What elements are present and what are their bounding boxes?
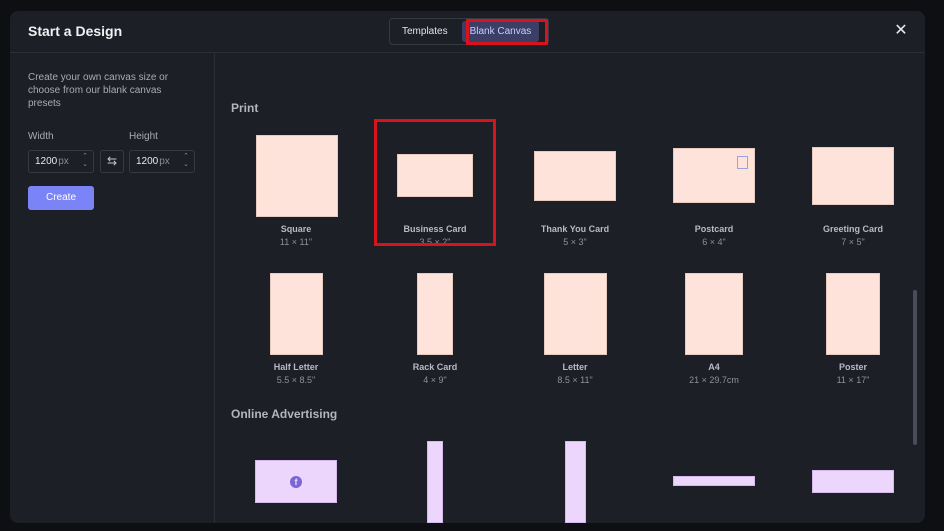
preset-card-square[interactable]: Square 11 × 11" xyxy=(231,123,361,253)
preset-name: Greeting Card xyxy=(822,224,883,234)
preset-thumbnail xyxy=(534,151,616,201)
preset-size: 5 × 3" xyxy=(563,237,587,247)
preset-thumbnail xyxy=(673,476,755,486)
preset-name: Poster xyxy=(838,362,867,372)
create-button[interactable]: Create xyxy=(28,186,94,210)
tab-switcher: Templates Blank Canvas xyxy=(389,18,549,45)
section-title-online-advertising: Online Advertising xyxy=(231,407,338,421)
preset-name: Postcard xyxy=(694,224,734,234)
stamp-icon xyxy=(737,156,748,169)
modal-title: Start a Design xyxy=(28,23,123,39)
preset-thumbnail xyxy=(812,147,894,205)
preset-thumbnail xyxy=(565,441,586,523)
preset-gallery: Print Square 11 × 11" Business Card 3.5 … xyxy=(216,53,925,523)
gallery-scrollbar[interactable] xyxy=(913,290,917,445)
sidebar: Create your own canvas size or choose fr… xyxy=(10,53,215,523)
preset-size: 8.5 × 11" xyxy=(557,375,593,385)
preset-thumbnail xyxy=(270,273,323,355)
sidebar-intro: Create your own canvas size or choose fr… xyxy=(28,72,169,109)
preset-size: 11 × 17" xyxy=(836,375,870,385)
preset-card-banner-ad[interactable] xyxy=(788,428,918,523)
width-stepper[interactable]: ⌃ ⌄ xyxy=(80,153,90,170)
preset-card-business-card[interactable]: Business Card 3.5 × 2" xyxy=(370,123,500,253)
preset-name: Square xyxy=(280,224,312,234)
preset-card-facebook-ad[interactable]: f xyxy=(231,428,361,523)
preset-card-leaderboard-ad[interactable] xyxy=(649,428,779,523)
preset-thumbnail xyxy=(812,470,894,493)
preset-card-rack-card[interactable]: Rack Card 4 × 9" xyxy=(370,261,500,391)
preset-thumbnail xyxy=(427,441,443,523)
preset-size: 4 × 9" xyxy=(423,375,447,385)
preset-card-a4[interactable]: A4 21 × 29.7cm xyxy=(649,261,779,391)
section-title-print: Print xyxy=(231,101,259,115)
preset-name: A4 xyxy=(708,362,720,372)
preset-thumbnail xyxy=(417,273,453,355)
preset-name: Rack Card xyxy=(412,362,458,372)
preset-size: 6 × 4" xyxy=(702,237,726,247)
tab-blank-canvas[interactable]: Blank Canvas xyxy=(461,21,540,42)
start-design-modal: Start a Design Templates Blank Canvas ✕ … xyxy=(10,11,925,523)
swap-icon[interactable]: ⇆ xyxy=(100,150,124,173)
preset-size: 3.5 × 2" xyxy=(419,237,451,247)
preset-card-thank-you-card[interactable]: Thank You Card 5 × 3" xyxy=(510,123,640,253)
height-stepper[interactable]: ⌃ ⌄ xyxy=(181,153,191,170)
preset-name: Half Letter xyxy=(273,362,319,372)
preset-card-wide-skyscraper-ad[interactable] xyxy=(510,428,640,523)
preset-thumbnail xyxy=(673,148,755,203)
preset-name: Business Card xyxy=(403,224,467,234)
height-input[interactable]: 1200 px ⌃ ⌄ xyxy=(129,150,195,173)
tab-templates[interactable]: Templates xyxy=(394,21,456,42)
preset-thumbnail xyxy=(256,135,338,217)
modal-header: Start a Design Templates Blank Canvas ✕ xyxy=(10,11,925,53)
preset-size: 7 × 5" xyxy=(841,237,865,247)
height-value: 1200 xyxy=(136,156,159,167)
height-label: Height xyxy=(129,131,158,142)
width-input[interactable]: 1200 px ⌃ ⌄ xyxy=(28,150,94,173)
preset-card-half-letter[interactable]: Half Letter 5.5 × 8.5" xyxy=(231,261,361,391)
preset-thumbnail: f xyxy=(255,460,337,503)
preset-thumbnail xyxy=(397,154,473,197)
width-label: Width xyxy=(28,131,54,142)
preset-card-skyscraper-ad[interactable] xyxy=(370,428,500,523)
facebook-icon: f xyxy=(290,476,302,488)
width-unit: px xyxy=(58,156,69,167)
preset-size: 5.5 × 8.5" xyxy=(276,375,316,385)
preset-card-postcard[interactable]: Postcard 6 × 4" xyxy=(649,123,779,253)
preset-card-letter[interactable]: Letter 8.5 × 11" xyxy=(510,261,640,391)
preset-name: Thank You Card xyxy=(540,224,610,234)
preset-thumbnail xyxy=(826,273,880,355)
preset-size: 21 × 29.7cm xyxy=(689,375,739,385)
preset-thumbnail xyxy=(544,273,607,355)
preset-thumbnail xyxy=(685,273,743,355)
preset-card-greeting-card[interactable]: Greeting Card 7 × 5" xyxy=(788,123,918,253)
height-unit: px xyxy=(159,156,170,167)
preset-size: 11 × 11" xyxy=(279,237,313,247)
width-value: 1200 xyxy=(35,156,58,167)
preset-name: Letter xyxy=(562,362,588,372)
preset-card-poster[interactable]: Poster 11 × 17" xyxy=(788,261,918,391)
close-icon[interactable]: ✕ xyxy=(893,23,909,39)
